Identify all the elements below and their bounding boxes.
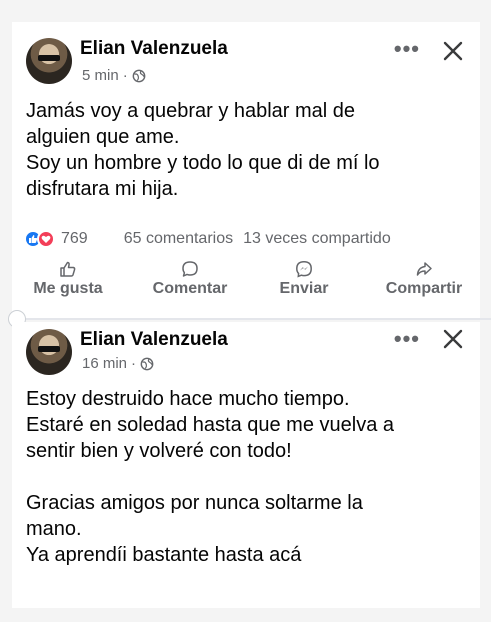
like-button[interactable]: Me gusta: [22, 260, 114, 298]
post-stats: 769 65 comentarios 13 veces compartido: [24, 230, 468, 248]
post-text-line: alguien que ame.: [26, 126, 180, 148]
share-arrow-icon: [416, 262, 432, 276]
comments-count[interactable]: 65 comentarios: [124, 230, 233, 248]
shares-count[interactable]: 13 veces compartido: [243, 230, 391, 248]
post-text-line: sentir bien y volveré con todo!: [26, 440, 292, 462]
share-label: Compartir: [385, 280, 463, 297]
post-meta: 16 min ·: [82, 355, 154, 372]
author-name[interactable]: Elian Valenzuela: [80, 38, 228, 60]
avatar[interactable]: [26, 38, 72, 84]
author-name[interactable]: Elian Valenzuela: [80, 329, 228, 351]
post-text-line: mano.: [26, 518, 82, 540]
more-options-icon[interactable]: •••: [394, 326, 420, 352]
messenger-icon: [296, 261, 312, 278]
post-card: Elian Valenzuela 5 min · ••• Jamás voy a…: [12, 22, 480, 318]
post-text-line: Soy un hombre y todo lo que di de mí lo: [26, 152, 380, 174]
avatar[interactable]: [26, 329, 72, 375]
post-text-line: disfrutara mi hija.: [26, 178, 179, 200]
post-actions: Me gusta Comentar Enviar Compartir: [12, 260, 480, 310]
globe-icon: [140, 357, 154, 370]
comment-bubble-icon: [182, 261, 198, 277]
post-meta: 5 min ·: [82, 67, 146, 84]
post-text: Jamás voy a quebrar y hablar mal de algu…: [26, 98, 466, 202]
reactions-count[interactable]: 769: [61, 230, 88, 248]
share-button[interactable]: Compartir: [372, 260, 476, 298]
meta-separator: ·: [122, 67, 128, 84]
globe-icon: [132, 69, 146, 82]
post-text-line: Jamás voy a quebrar y hablar mal de: [26, 100, 356, 122]
close-icon[interactable]: [442, 40, 464, 62]
post-text-line: Gracias amigos por nunca soltarme la: [26, 492, 363, 514]
comment-button[interactable]: Comentar: [140, 260, 240, 298]
post-card: Elian Valenzuela 16 min · ••• Estoy dest…: [12, 322, 480, 608]
post-text: Estoy destruido hace mucho tiempo. Estar…: [26, 386, 466, 568]
send-label: Enviar: [279, 280, 329, 297]
reaction-icons[interactable]: [24, 230, 55, 248]
post-text-line: Ya aprendíi bastante hasta acá: [26, 544, 302, 566]
love-reaction-icon: [37, 230, 55, 248]
more-options-icon[interactable]: •••: [394, 36, 420, 62]
post-time[interactable]: 5 min: [82, 67, 119, 84]
post-time[interactable]: 16 min: [82, 355, 127, 372]
post-text-line: Estaré en soledad hasta que me vuelva a: [26, 414, 395, 436]
thumbs-up-icon: [60, 261, 76, 277]
post-text-line: Estoy destruido hace mucho tiempo.: [26, 388, 350, 410]
meta-separator: ·: [131, 355, 137, 372]
close-icon[interactable]: [442, 328, 464, 350]
comment-label: Comentar: [152, 280, 228, 297]
send-button[interactable]: Enviar: [264, 260, 344, 298]
post-divider: [12, 318, 491, 320]
like-label: Me gusta: [33, 280, 103, 297]
